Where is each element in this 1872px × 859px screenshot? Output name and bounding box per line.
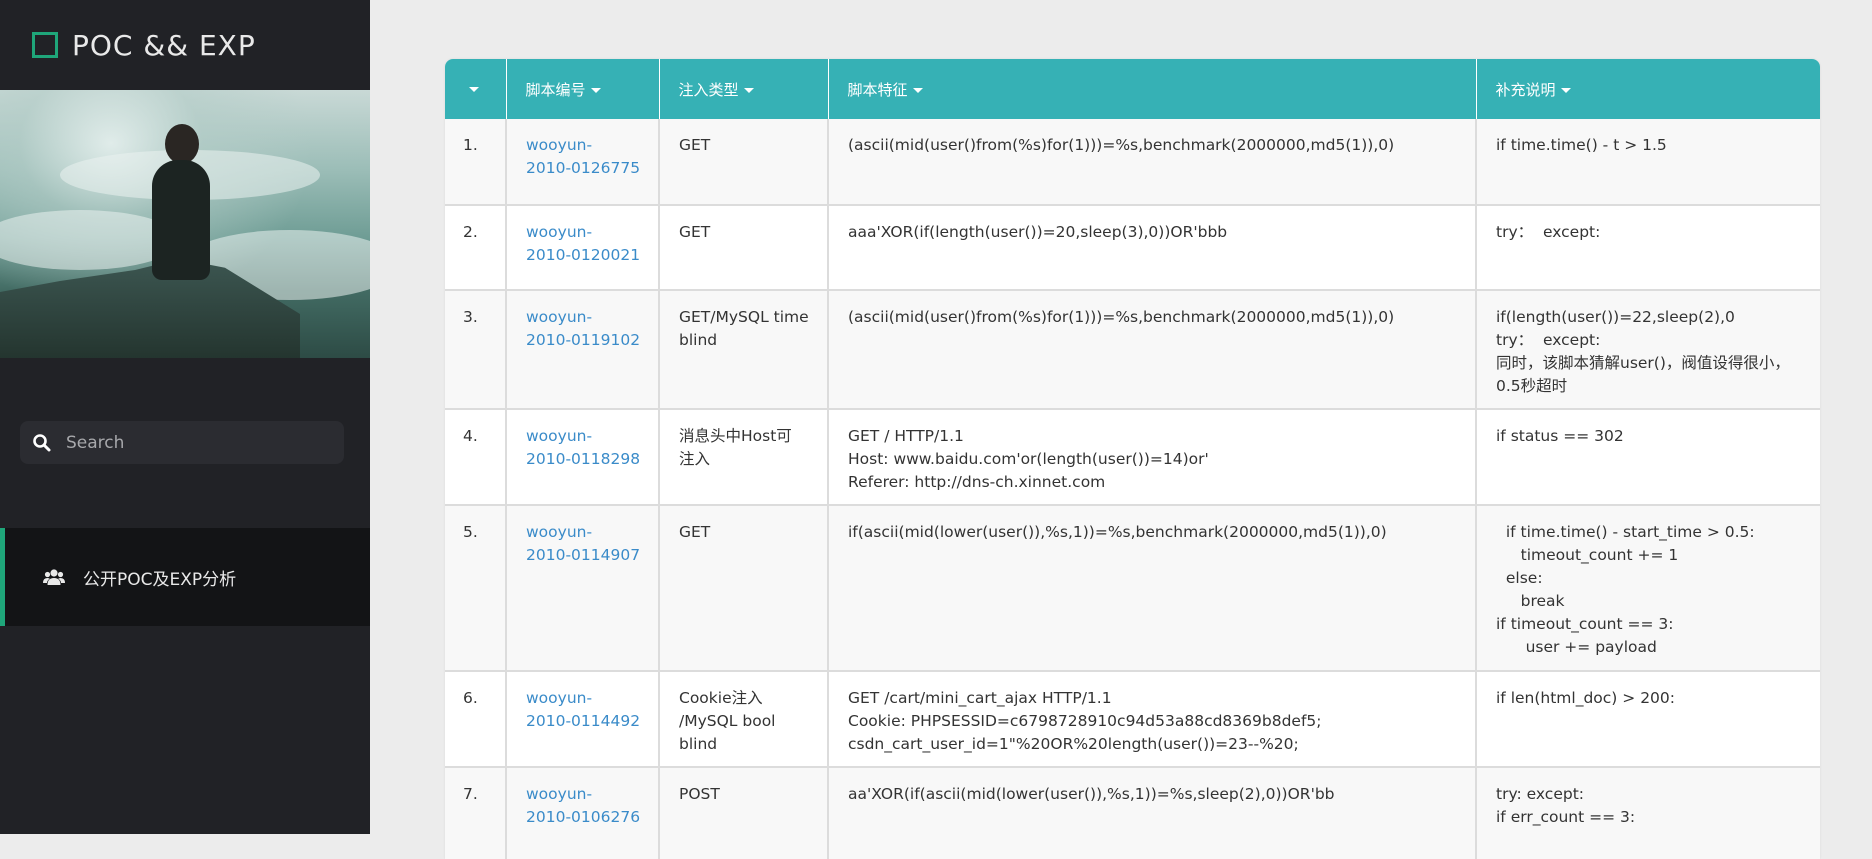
feature-cell: if(ascii(mid(lower(user()),%s,1))=%s,ben… xyxy=(828,505,1477,672)
poc-table: 脚本编号 注入类型 脚本特征 补充说明 1. wooyun- 2010-0126… xyxy=(445,59,1820,859)
sidebar-item-label: 公开POC及EXP分析 xyxy=(83,569,237,590)
script-id-link[interactable]: wooyun- 2010-0118298 xyxy=(526,427,640,468)
table-header-row: 脚本编号 注入类型 脚本特征 补充说明 xyxy=(445,59,1820,119)
row-number: 1. xyxy=(445,119,507,206)
caret-down-icon xyxy=(469,87,479,92)
caret-down-icon xyxy=(1560,87,1571,93)
script-id-link[interactable]: wooyun- 2010-0119102 xyxy=(526,308,640,349)
row-number: 3. xyxy=(445,290,507,410)
script-id-link[interactable]: wooyun- 2010-0106276 xyxy=(526,785,640,826)
table-row: 2. wooyun- 2010-0120021 GET aaa'XOR(if(l… xyxy=(445,205,1820,291)
script-id-cell: wooyun- 2010-0120021 xyxy=(506,205,660,291)
users-icon xyxy=(43,569,65,585)
note-cell: if status == 302 xyxy=(1476,409,1820,506)
script-id-link[interactable]: wooyun- 2010-0114907 xyxy=(526,523,640,564)
search-box[interactable] xyxy=(20,421,344,464)
feature-cell: GET / HTTP/1.1 Host: www.baidu.com'or(le… xyxy=(828,409,1477,506)
row-number: 4. xyxy=(445,409,507,506)
caret-down-icon xyxy=(590,87,601,93)
note-cell: if time.time() - start_time > 0.5: timeo… xyxy=(1476,505,1820,672)
injection-type-cell: GET xyxy=(659,505,829,672)
injection-type-cell: POST xyxy=(659,767,829,859)
injection-type-cell: GET/MySQL time blind xyxy=(659,290,829,410)
caret-down-icon xyxy=(912,87,923,93)
hero-image xyxy=(0,90,370,358)
injection-type-cell: GET xyxy=(659,119,829,206)
search-icon xyxy=(33,433,51,451)
script-id-cell: wooyun- 2010-0119102 xyxy=(506,290,660,410)
header-index[interactable] xyxy=(445,59,507,119)
search-input[interactable] xyxy=(64,431,328,454)
table-row: 4. wooyun- 2010-0118298 消息头中Host可 注入 GET… xyxy=(445,409,1820,506)
brand-title: POC && EXP xyxy=(72,28,256,62)
table-row: 1. wooyun- 2010-0126775 GET (ascii(mid(u… xyxy=(445,119,1820,206)
header-injection-type[interactable]: 注入类型 xyxy=(659,59,829,119)
feature-cell: (ascii(mid(user()from(%s)for(1)))=%s,ben… xyxy=(828,290,1477,410)
table-row: 5. wooyun- 2010-0114907 GET if(ascii(mid… xyxy=(445,505,1820,672)
row-number: 6. xyxy=(445,671,507,768)
script-id-link[interactable]: wooyun- 2010-0126775 xyxy=(526,136,640,177)
table-row: 7. wooyun- 2010-0106276 POST aa'XOR(if(a… xyxy=(445,767,1820,859)
feature-cell: aaa'XOR(if(length(user())=20,sleep(3),0)… xyxy=(828,205,1477,291)
feature-cell: GET /cart/mini_cart_ajax HTTP/1.1 Cookie… xyxy=(828,671,1477,768)
note-cell: try： except: xyxy=(1476,205,1820,291)
injection-type-cell: Cookie注入 /MySQL bool blind xyxy=(659,671,829,768)
header-note[interactable]: 补充说明 xyxy=(1476,59,1820,119)
row-number: 2. xyxy=(445,205,507,291)
note-cell: if len(html_doc) > 200: xyxy=(1476,671,1820,768)
caret-down-icon xyxy=(743,87,754,93)
injection-type-cell: GET xyxy=(659,205,829,291)
header-script-id[interactable]: 脚本编号 xyxy=(506,59,660,119)
sidebar: POC && EXP 公开POC及EXP分析 xyxy=(0,0,370,834)
script-id-cell: wooyun- 2010-0118298 xyxy=(506,409,660,506)
feature-cell: aa'XOR(if(ascii(mid(lower(user()),%s,1))… xyxy=(828,767,1477,859)
table-row: 6. wooyun- 2010-0114492 Cookie注入 /MySQL … xyxy=(445,671,1820,768)
script-id-cell: wooyun- 2010-0114492 xyxy=(506,671,660,768)
note-cell: if time.time() - t > 1.5 xyxy=(1476,119,1820,206)
sidebar-item-poc-exp[interactable]: 公开POC及EXP分析 xyxy=(0,528,370,626)
table-row: 3. wooyun- 2010-0119102 GET/MySQL time b… xyxy=(445,290,1820,410)
script-id-cell: wooyun- 2010-0126775 xyxy=(506,119,660,206)
row-number: 7. xyxy=(445,767,507,859)
script-id-link[interactable]: wooyun- 2010-0114492 xyxy=(526,689,640,730)
script-id-link[interactable]: wooyun- 2010-0120021 xyxy=(526,223,640,264)
script-id-cell: wooyun- 2010-0106276 xyxy=(506,767,660,859)
note-cell: if(length(user())=22,sleep(2),0 try： exc… xyxy=(1476,290,1820,410)
feature-cell: (ascii(mid(user()from(%s)for(1)))=%s,ben… xyxy=(828,119,1477,206)
logo-square-icon xyxy=(32,32,58,58)
header-script-feature[interactable]: 脚本特征 xyxy=(828,59,1477,119)
row-number: 5. xyxy=(445,505,507,672)
injection-type-cell: 消息头中Host可 注入 xyxy=(659,409,829,506)
script-id-cell: wooyun- 2010-0114907 xyxy=(506,505,660,672)
brand[interactable]: POC && EXP xyxy=(0,0,370,90)
note-cell: try: except: if err_count == 3: xyxy=(1476,767,1820,859)
